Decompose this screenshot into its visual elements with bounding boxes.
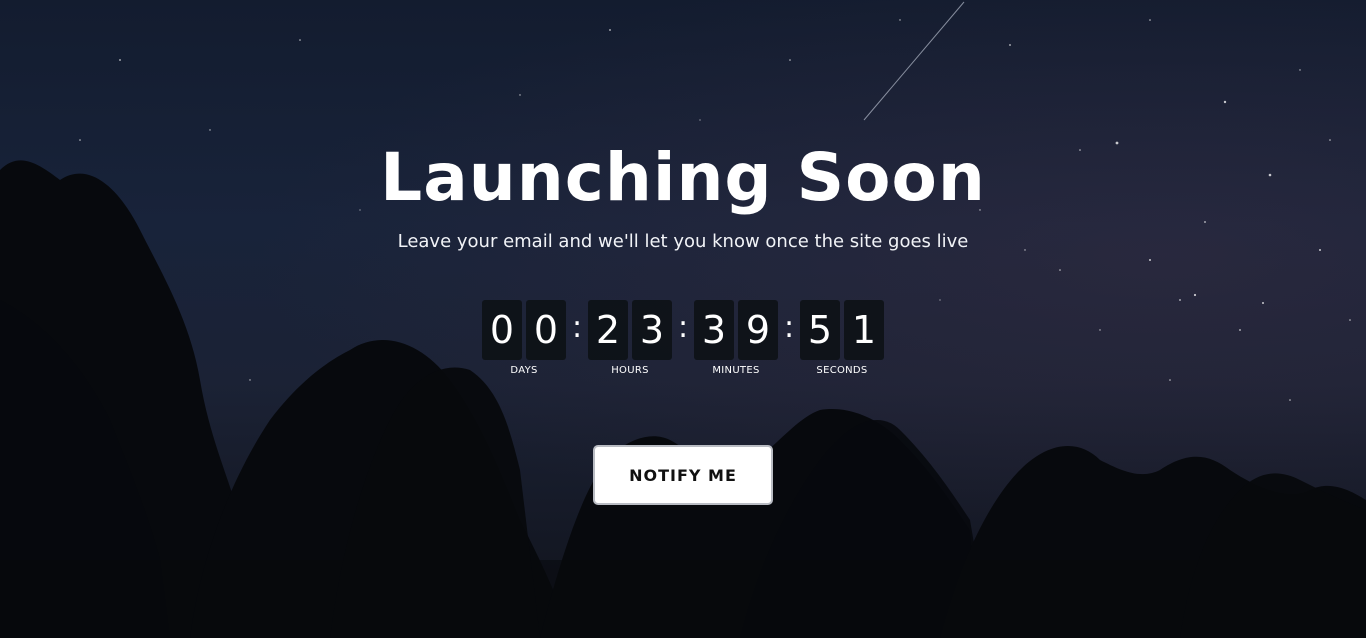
hours-digits: 2 3 (588, 300, 672, 360)
countdown-days: 0 0 DAYS (481, 300, 567, 378)
countdown-separator: : (571, 310, 583, 345)
days-digit-tens: 0 (482, 300, 522, 360)
countdown-seconds: 5 1 SECONDS (799, 300, 885, 378)
countdown-timer: 0 0 DAYS : 2 3 HOURS : 3 9 MINUTES: 5 1… (481, 300, 885, 378)
days-label: DAYS (510, 365, 538, 376)
hours-digit-tens: 2 (588, 300, 628, 360)
seconds-digit-tens: 5 (800, 300, 840, 360)
launch-page: Launching Soon Leave your email and we'l… (0, 0, 1366, 638)
minutes-label: MINUTES (712, 365, 760, 376)
seconds-digit-ones: 1 (844, 300, 884, 360)
countdown-separator: : (783, 310, 795, 345)
minutes-digits: 3 9 (694, 300, 778, 360)
minutes-digit-ones: 9 (738, 300, 778, 360)
hours-digit-ones: 3 (632, 300, 672, 360)
page-subtitle: Leave your email and we'll let you know … (397, 231, 969, 252)
days-digit-ones: 0 (526, 300, 566, 360)
page-title: Launching Soon (380, 139, 986, 216)
minutes-digit-tens: 3 (694, 300, 734, 360)
days-digits: 0 0 (482, 300, 566, 360)
countdown-hours: 2 3 HOURS (587, 300, 673, 378)
hours-label: HOURS (611, 365, 649, 376)
countdown-minutes: 3 9 MINUTES (693, 300, 779, 378)
countdown-separator: : (677, 310, 689, 345)
notify-me-button[interactable]: NOTIFY ME (593, 445, 773, 505)
seconds-label: SECONDS (816, 365, 868, 376)
seconds-digits: 5 1 (800, 300, 884, 360)
